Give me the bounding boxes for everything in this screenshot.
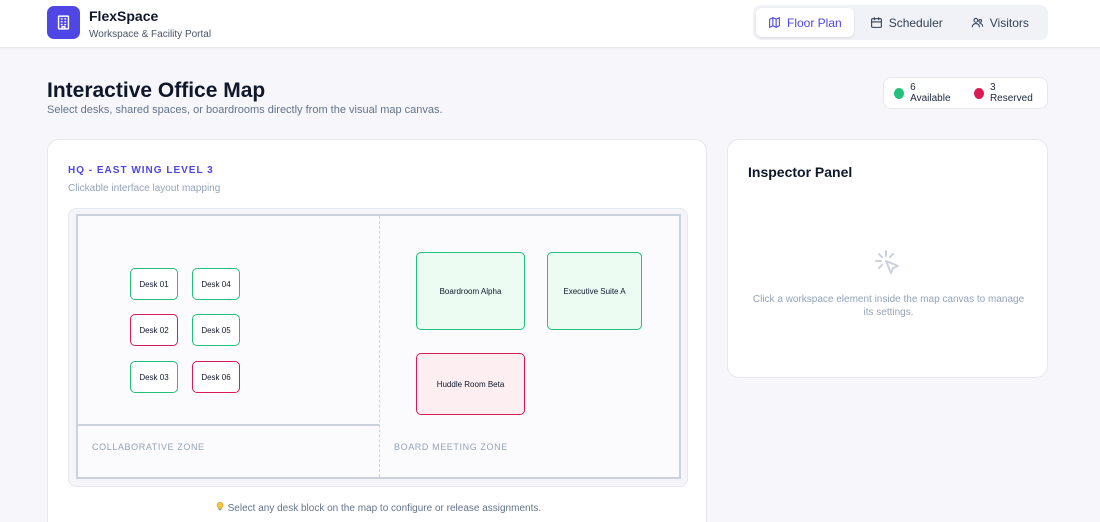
desk-01[interactable]: Desk 01 — [130, 268, 178, 300]
executive-suite-a[interactable]: Executive Suite A — [547, 252, 642, 330]
desk-04[interactable]: Desk 04 — [192, 268, 240, 300]
cursor-click-icon — [871, 247, 907, 283]
boardroom-alpha[interactable]: Boardroom Alpha — [416, 252, 525, 330]
top-bar: FlexSpace Workspace & Facility Portal Fl… — [0, 0, 1100, 48]
desk-03[interactable]: Desk 03 — [130, 361, 178, 393]
desk-02[interactable]: Desk 02 — [130, 314, 178, 346]
main-nav: Floor Plan Scheduler Visitors — [753, 5, 1048, 40]
office-map-card: HQ - EAST WING LEVEL 3 Clickable interfa… — [47, 139, 707, 522]
page-subtitle: Select desks, shared spaces, or boardroo… — [47, 104, 443, 116]
lightbulb-icon — [215, 502, 228, 514]
map-hint: Select any desk block on the map to conf… — [48, 501, 708, 514]
page-title: Interactive Office Map — [47, 79, 266, 102]
reserved-dot — [973, 87, 984, 99]
calendar-icon — [870, 17, 882, 28]
nav-visitors-label: Visitors — [989, 15, 1029, 30]
inspector-empty-text: Click a workspace element inside the map… — [752, 294, 1025, 318]
brand-name: FlexSpace — [89, 8, 159, 24]
zone-label-board-meeting: BOARD MEETING ZONE — [394, 442, 508, 452]
zone-divider-vertical — [379, 216, 380, 477]
desk-05[interactable]: Desk 05 — [192, 314, 240, 346]
zone-label-collaborative: COLLABORATIVE ZONE — [92, 442, 205, 452]
nav-visitors[interactable]: Visitors — [959, 8, 1041, 37]
building-icon — [47, 6, 80, 39]
inspector-title: Inspector Panel — [748, 164, 853, 180]
map-canvas: Desk 01 Desk 04 Desk 02 Desk 05 Desk 03 … — [76, 214, 681, 479]
nav-scheduler-label: Scheduler — [888, 15, 943, 30]
map-location-label: HQ - EAST WING LEVEL 3 — [68, 165, 214, 176]
available-count: 6 Available — [910, 82, 951, 104]
users-icon — [971, 17, 983, 28]
nav-floor-plan[interactable]: Floor Plan — [756, 8, 854, 37]
map-icon — [769, 17, 780, 28]
nav-scheduler[interactable]: Scheduler — [858, 8, 955, 37]
nav-floor-plan-label: Floor Plan — [787, 15, 842, 30]
availability-legend: 6 Available 3 Reserved — [883, 77, 1048, 109]
inspector-panel: Inspector Panel Click a workspace elemen… — [727, 139, 1048, 378]
map-caption: Clickable interface layout mapping — [68, 183, 221, 194]
available-dot — [894, 87, 905, 99]
map-hint-text: Select any desk block on the map to conf… — [227, 503, 542, 514]
reserved-count: 3 Reserved — [989, 82, 1033, 104]
huddle-room-beta[interactable]: Huddle Room Beta — [416, 353, 525, 415]
map-canvas-frame: Desk 01 Desk 04 Desk 02 Desk 05 Desk 03 … — [68, 208, 688, 487]
brand-subtitle: Workspace & Facility Portal — [89, 29, 212, 40]
zone-divider-horizontal — [78, 424, 379, 426]
desk-06[interactable]: Desk 06 — [192, 361, 240, 393]
